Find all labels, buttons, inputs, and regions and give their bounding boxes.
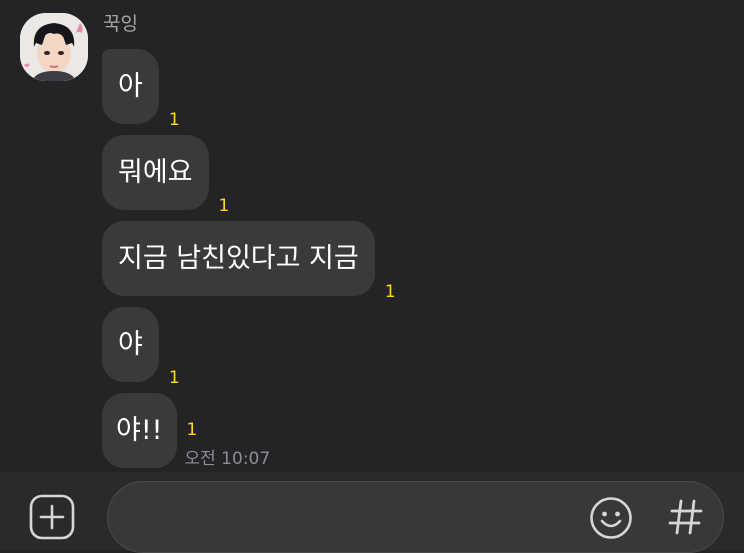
emoji-button[interactable]: [589, 496, 633, 540]
message-bubble[interactable]: 아: [102, 49, 159, 124]
unread-count: 1: [218, 196, 230, 216]
unread-count: 1: [186, 420, 198, 440]
unread-count: 1: [168, 110, 180, 130]
message-meta: 1: [169, 110, 180, 130]
avatar[interactable]: [20, 13, 88, 81]
plus-square-icon: [29, 494, 75, 540]
hashtag-button[interactable]: [666, 497, 706, 537]
message-row: 지금 남친있다고 지금 1: [102, 221, 396, 302]
unread-count: 1: [384, 282, 396, 302]
message-row: 야 1: [102, 307, 180, 388]
message-bubble[interactable]: 야: [102, 307, 159, 382]
message-input[interactable]: [107, 481, 724, 553]
message-bubble[interactable]: 뭐에요: [102, 135, 209, 210]
chat-area: 꾹잉 아 1 뭐에요 1 지금 남친있다고 지금 1 야 1 야!! 1 오전 …: [0, 0, 744, 472]
message-row: 아 1: [102, 49, 180, 130]
sender-name: 꾹잉: [103, 13, 138, 35]
unread-count: 1: [168, 368, 180, 388]
hash-icon: [668, 499, 703, 535]
message-meta: 1: [219, 196, 230, 216]
avatar-image: [20, 13, 88, 81]
message-bubble[interactable]: 지금 남친있다고 지금: [102, 221, 375, 296]
message-row: 야!! 1 오전 10:07: [102, 393, 271, 469]
smiley-icon: [590, 497, 632, 539]
message-timestamp: 오전 10:07: [184, 449, 271, 469]
message-bubble[interactable]: 야!!: [102, 393, 177, 468]
message-meta: 1 오전 10:07: [184, 420, 271, 469]
message-meta: 1: [169, 368, 180, 388]
add-button[interactable]: [29, 494, 75, 540]
message-meta: 1: [385, 282, 396, 302]
input-bar: [0, 472, 744, 553]
message-row: 뭐에요 1: [102, 135, 229, 216]
